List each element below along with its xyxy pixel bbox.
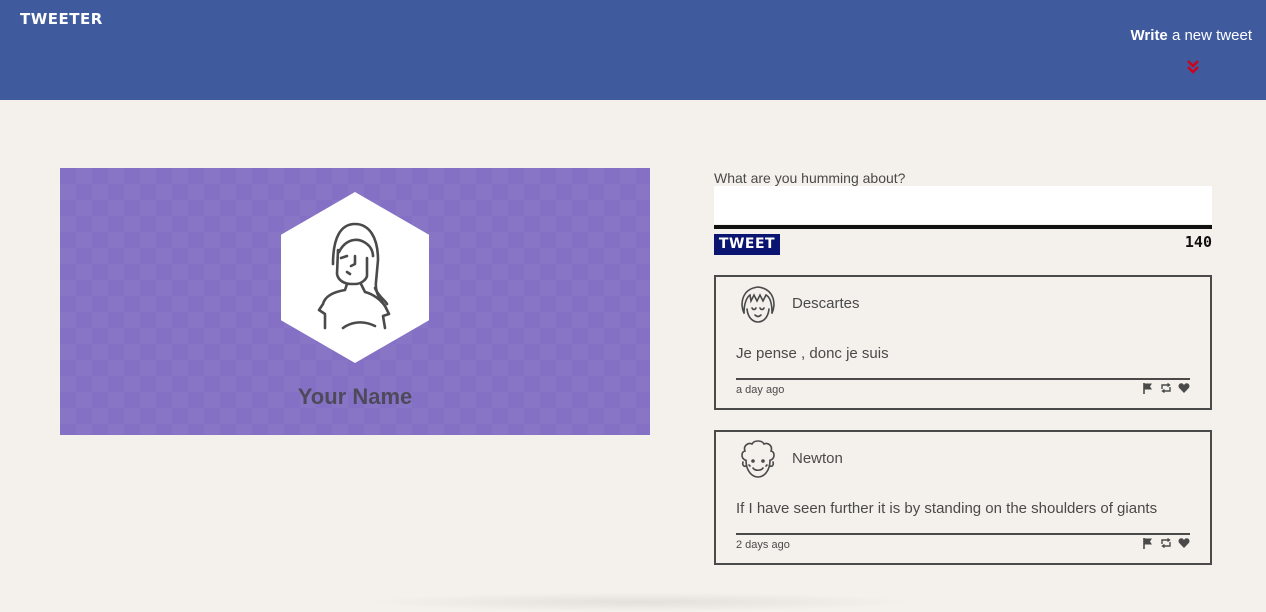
retweet-icon[interactable] [1160,382,1172,394]
tweet-card: Newton If I have seen further it is by s… [714,430,1212,565]
double-chevron-down-icon[interactable] [1185,58,1201,76]
tweet-submit-button[interactable]: TWEET [714,234,780,255]
tweet-divider [736,378,1190,380]
profile-card: Your Name [60,168,650,435]
compose-prompt-label: What are you humming about? [714,170,906,186]
footer-shadow [360,592,920,612]
tweet-timestamp: a day ago [736,384,785,396]
tweet-card: Descartes Je pense , donc je suis a day … [714,275,1212,410]
flag-icon[interactable] [1142,382,1154,394]
profile-avatar-icon [281,192,429,363]
compose-link-rest: a new tweet [1167,27,1252,44]
tweet-timestamp: 2 days ago [736,539,790,551]
curly-hair-avatar-icon [741,440,775,478]
write-new-tweet-toggle[interactable]: Write a new tweet [1131,27,1252,44]
tweet-author: Newton [792,450,843,467]
girl-bangs-avatar-icon [741,286,775,323]
retweet-icon[interactable] [1160,537,1172,549]
top-navbar: TWEETER Write a new tweet [0,0,1266,100]
tweet-author: Descartes [792,295,860,312]
tweet-content: If I have seen further it is by standing… [736,500,1158,517]
flag-icon[interactable] [1142,537,1154,549]
brand-logo[interactable]: TWEETER [20,10,103,28]
heart-icon[interactable] [1178,537,1190,549]
compose-divider [714,225,1212,229]
tweet-content: Je pense , donc je suis [736,345,889,362]
tweet-divider [736,533,1190,535]
tweet-actions [1142,382,1190,394]
tweet-textarea[interactable] [714,186,1212,224]
tweet-actions [1142,537,1190,549]
heart-icon[interactable] [1178,382,1190,394]
profile-name: Your Name [297,384,413,409]
compose-link-strong: Write [1130,27,1168,44]
character-counter: 140 [1184,233,1212,251]
